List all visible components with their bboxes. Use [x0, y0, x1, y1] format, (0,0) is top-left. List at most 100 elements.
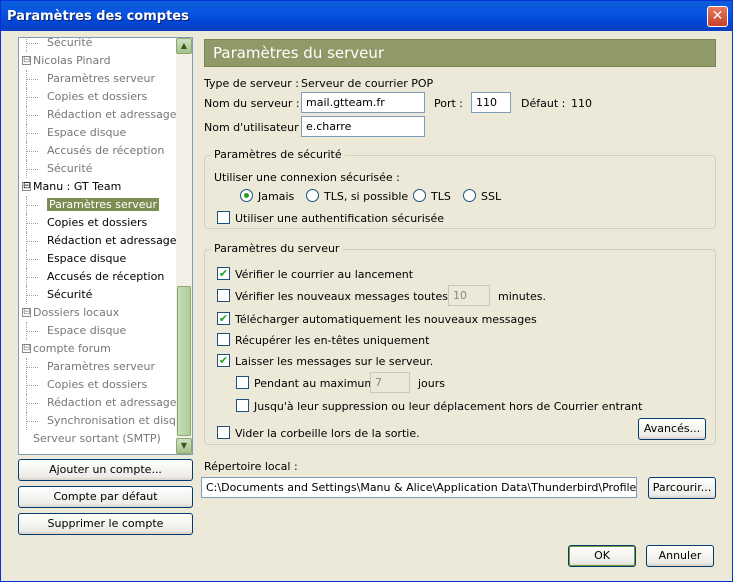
headers-only-label[interactable]: Récupérer les en-têtes uniquement	[235, 334, 429, 347]
page-title: Paramètres du serveur	[204, 39, 716, 67]
secure-auth-checkbox[interactable]	[217, 211, 230, 224]
title-bar[interactable]: Paramètres des comptes ✕	[1, 1, 732, 31]
server-settings-legend: Paramètres du serveur	[211, 242, 343, 255]
until-deleted-label[interactable]: Jusqu'à leur suppression ou leur déplace…	[254, 400, 642, 413]
tree-settings-item[interactable]: Accusés de réception	[19, 142, 177, 160]
tree-item-label: Sécurité	[47, 162, 93, 175]
headers-only-checkbox[interactable]	[217, 333, 230, 346]
local-dir-input[interactable]: C:\Documents and Settings\Manu & Alice\A…	[201, 477, 637, 498]
leave-on-server-label[interactable]: Laisser les messages sur le serveur.	[235, 355, 433, 368]
radio-never[interactable]	[240, 189, 253, 202]
max-days-input[interactable]: 7	[370, 372, 410, 393]
tree-settings-item[interactable]: Paramètres serveur	[19, 196, 177, 214]
tree-item-label: Paramètres serveur	[47, 72, 156, 85]
delete-account-button[interactable]: Supprimer le compte	[18, 513, 193, 535]
account-tree[interactable]: Sécurité ⊟ Nicolas Pinard Paramètres serveu…	[18, 37, 193, 455]
close-button[interactable]: ✕	[707, 6, 728, 27]
tree-item-label: Synchronisation et disque	[47, 414, 190, 427]
username-input[interactable]: e.charre	[301, 116, 425, 137]
default-account-button[interactable]: Compte par défaut	[18, 486, 193, 508]
check-on-startup-label[interactable]: Vérifier le courrier au lancement	[235, 268, 413, 281]
tree-account-item[interactable]: ⊟ Dossiers locaux	[19, 304, 177, 322]
secure-auth-label[interactable]: Utiliser une authentification sécurisée	[235, 212, 444, 225]
leave-on-server-checkbox[interactable]: ✔	[217, 354, 230, 367]
scroll-up-icon[interactable]: ▲	[176, 38, 192, 54]
radio-tls-if-possible[interactable]	[306, 189, 319, 202]
tree-settings-item[interactable]: Accusés de réception	[19, 268, 177, 286]
auto-download-checkbox[interactable]: ✔	[217, 312, 230, 325]
scroll-thumb[interactable]	[177, 286, 191, 436]
tree-settings-item[interactable]: Sécurité	[19, 286, 177, 304]
browse-button[interactable]: Parcourir...	[648, 477, 716, 499]
tree-settings-item[interactable]: Sécurité	[19, 160, 177, 178]
username-label: Nom d'utilisateur :	[204, 121, 306, 134]
auto-download-label[interactable]: Télécharger automatiquement les nouveaux…	[235, 313, 537, 326]
collapse-icon[interactable]: ⊟	[22, 344, 31, 353]
tree-settings-item[interactable]: Rédaction et adressage	[19, 394, 177, 412]
add-account-button[interactable]: Ajouter un compte...	[18, 459, 193, 481]
until-deleted-checkbox[interactable]	[236, 399, 249, 412]
tree-settings-item[interactable]: Copies et dossiers	[19, 214, 177, 232]
radio-ssl-label[interactable]: SSL	[481, 190, 501, 203]
collapse-icon[interactable]: ⊟	[22, 182, 31, 191]
default-port-label: Défaut :	[521, 97, 566, 110]
radio-tls-label[interactable]: TLS	[431, 190, 451, 203]
tree-item-label: Rédaction et adressage	[47, 396, 177, 409]
check-every-label[interactable]: Vérifier les nouveaux messages toutes le…	[235, 290, 467, 303]
tree-settings-item[interactable]: Espace disque	[19, 322, 177, 340]
collapse-icon[interactable]: ⊟	[22, 308, 31, 317]
radio-tls[interactable]	[413, 189, 426, 202]
tree-item-label: Copies et dossiers	[47, 216, 148, 229]
cancel-button[interactable]: Annuler	[646, 545, 714, 567]
tree-account-item[interactable]: ⊟ compte forum	[19, 340, 177, 358]
empty-trash-label[interactable]: Vider la corbeille lors de la sortie.	[235, 427, 420, 440]
dialog-client: Sécurité ⊟ Nicolas Pinard Paramètres serveu…	[4, 31, 729, 579]
tree-item-label: compte forum	[33, 342, 111, 355]
tree-account-item[interactable]: ⊟ Manu : GT Team	[19, 178, 177, 196]
tree-item-label: Paramètres serveur	[47, 360, 156, 373]
port-input[interactable]: 110	[471, 92, 511, 113]
server-type-label: Type de serveur :	[204, 77, 300, 90]
window-title: Paramètres des comptes	[7, 9, 189, 24]
tree-item-label: Manu : GT Team	[33, 180, 122, 193]
tree-item-label: Accusés de réception	[47, 144, 165, 157]
tree-item-label: Rédaction et adressage	[47, 108, 177, 121]
server-name-input[interactable]: mail.gtteam.fr	[301, 92, 425, 113]
tree-item-label: Espace disque	[47, 126, 127, 139]
local-dir-label: Répertoire local :	[204, 460, 298, 473]
tree-account-item[interactable]: Serveur sortant (SMTP)	[19, 430, 177, 448]
check-every-input[interactable]: 10	[448, 285, 490, 306]
tree-settings-item[interactable]: Paramètres serveur	[19, 70, 177, 88]
tree-scrollbar[interactable]: ▲ ▼	[176, 38, 192, 454]
radio-ssl[interactable]	[463, 189, 476, 202]
tree-item-label: Sécurité	[47, 288, 93, 301]
tree-item-label: Nicolas Pinard	[33, 54, 111, 67]
security-legend: Paramètres de sécurité	[211, 148, 345, 161]
server-name-label: Nom du serveur :	[204, 97, 300, 110]
tree-account-item[interactable]: ⊟ Nicolas Pinard	[19, 52, 177, 70]
radio-never-label[interactable]: Jamais	[258, 190, 294, 203]
check-every-checkbox[interactable]	[217, 289, 230, 302]
port-label: Port :	[434, 97, 464, 110]
check-on-startup-checkbox[interactable]: ✔	[217, 267, 230, 280]
tree-settings-item[interactable]: Rédaction et adressage	[19, 232, 177, 250]
tree-settings-item[interactable]: Espace disque	[19, 124, 177, 142]
max-days-label[interactable]: Pendant au maximum	[254, 377, 375, 390]
radio-tls-if-possible-label[interactable]: TLS, si possible	[324, 190, 408, 203]
scroll-down-icon[interactable]: ▼	[176, 438, 192, 454]
tree-settings-item[interactable]: Sécurité	[19, 38, 177, 52]
settings-window: Paramètres des comptes ✕ Sécurité ⊟ Nicola…	[0, 0, 733, 582]
tree-settings-item[interactable]: Copies et dossiers	[19, 376, 177, 394]
empty-trash-checkbox[interactable]	[217, 426, 230, 439]
ok-button[interactable]: OK	[568, 545, 636, 567]
server-type-value: Serveur de courrier POP	[301, 77, 434, 90]
tree-settings-item[interactable]: Copies et dossiers	[19, 88, 177, 106]
tree-settings-item[interactable]: Espace disque	[19, 250, 177, 268]
collapse-icon[interactable]: ⊟	[22, 56, 31, 65]
tree-settings-item[interactable]: Paramètres serveur	[19, 358, 177, 376]
tree-item-label: Espace disque	[47, 252, 127, 265]
tree-settings-item[interactable]: Rédaction et adressage	[19, 106, 177, 124]
tree-settings-item[interactable]: Synchronisation et disque	[19, 412, 190, 430]
max-days-checkbox[interactable]	[236, 376, 249, 389]
advanced-button[interactable]: Avancés...	[638, 418, 706, 440]
